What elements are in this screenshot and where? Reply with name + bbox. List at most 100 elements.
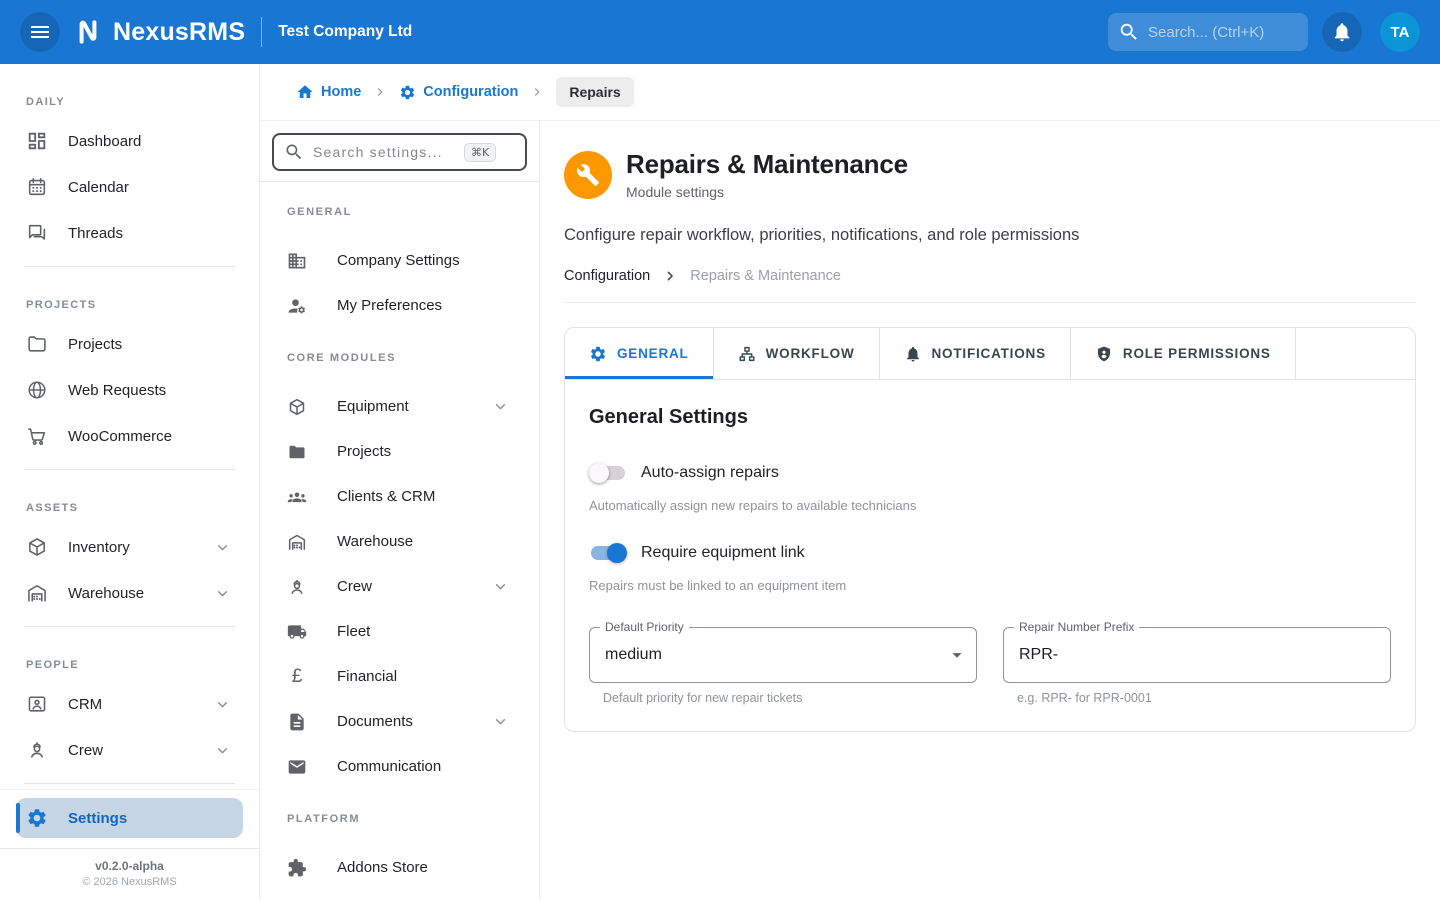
nav-item-label: Clients & CRM xyxy=(337,488,435,505)
tab-notifications[interactable]: NOTIFICATIONS xyxy=(880,328,1071,379)
sidebar-item-label: Projects xyxy=(68,336,122,353)
repair-number-prefix-input[interactable] xyxy=(1019,628,1378,682)
settings-nav-item-documents[interactable]: Documents xyxy=(260,699,539,744)
switch-knob xyxy=(589,463,609,483)
app-version: v0.2.0-alpha xyxy=(0,859,259,873)
chevron-down-icon[interactable] xyxy=(214,742,231,759)
sidebar-item-dashboard[interactable]: Dashboard xyxy=(0,118,259,164)
nav-item-label: Equipment xyxy=(337,398,409,415)
settings-nav-item-company-settings[interactable]: Company Settings xyxy=(260,238,539,283)
sidebar-item-label: Settings xyxy=(68,810,127,827)
warehouse-icon xyxy=(26,582,48,604)
document-icon xyxy=(287,712,307,732)
switch-knob xyxy=(607,543,627,563)
right-column: Home Configuration Repairs ⌘K xyxy=(260,64,1440,900)
chevron-down-icon[interactable] xyxy=(214,539,231,556)
sidebar-item-threads[interactable]: Threads xyxy=(0,210,259,256)
toggle-row-require-equipment: Require equipment link xyxy=(589,543,1391,563)
settings-nav-item-equipment[interactable]: Equipment xyxy=(260,384,539,429)
sidebar-section-people: PEOPLE xyxy=(0,637,259,681)
global-search[interactable] xyxy=(1108,13,1308,51)
toggle-auto-assign-repairs[interactable] xyxy=(589,463,627,483)
sidebar-item-crm[interactable]: CRM xyxy=(0,681,259,727)
sidebar-item-projects[interactable]: Projects xyxy=(0,321,259,367)
toggle-helper: Repairs must be linked to an equipment i… xyxy=(589,578,1391,593)
nav-item-label: Fleet xyxy=(337,623,370,640)
settings-nav-item-clients-crm[interactable]: Clients & CRM xyxy=(260,474,539,519)
default-priority-select[interactable]: Default Priority medium xyxy=(589,627,977,683)
settings-search[interactable]: ⌘K xyxy=(272,133,527,171)
toggle-row-auto-assign: Auto-assign repairs xyxy=(589,463,1391,483)
chevron-down-icon[interactable] xyxy=(492,713,509,730)
sidebar-item-crew[interactable]: Crew xyxy=(0,727,259,773)
chevron-down-icon[interactable] xyxy=(492,578,509,595)
settings-search-input[interactable] xyxy=(313,144,455,160)
sidebar-scroll[interactable]: DAILY Dashboard Calendar Threads PROJECT… xyxy=(0,64,259,900)
tab-workflow[interactable]: WORKFLOW xyxy=(714,328,880,379)
field-label: Default Priority xyxy=(600,621,689,634)
nav-item-label: Projects xyxy=(337,443,391,460)
sidebar-item-label: WooCommerce xyxy=(68,428,172,445)
repair-number-prefix-field[interactable]: Repair Number Prefix xyxy=(1003,627,1391,683)
sidebar-item-inventory[interactable]: Inventory xyxy=(0,524,259,570)
keyboard-shortcut-badge: ⌘K xyxy=(464,143,496,162)
sidebar-item-label: Web Requests xyxy=(68,382,166,399)
global-search-input[interactable] xyxy=(1148,24,1298,41)
tab-label: NOTIFICATIONS xyxy=(932,346,1046,361)
settings-nav-item-projects[interactable]: Projects xyxy=(260,429,539,474)
chevron-down-icon[interactable] xyxy=(214,696,231,713)
field-repair-prefix-wrap: Repair Number Prefix e.g. RPR- for RPR-0… xyxy=(1003,627,1391,705)
settings-nav-item-crew[interactable]: Crew xyxy=(260,564,539,609)
sidebar-item-label: Inventory xyxy=(68,539,130,556)
tab-label: ROLE PERMISSIONS xyxy=(1123,346,1271,361)
chevron-down-icon[interactable] xyxy=(492,398,509,415)
sidebar-item-woocommerce[interactable]: WooCommerce xyxy=(0,413,259,459)
search-icon xyxy=(284,142,304,162)
chevron-down-icon[interactable] xyxy=(214,585,231,602)
content-row: ⌘K GENERAL Company Settings My Preferenc… xyxy=(260,121,1440,900)
sidebar-footer: Settings v0.2.0-alpha © 2026 NexusRMS xyxy=(0,790,259,900)
tab-role-permissions[interactable]: ROLE PERMISSIONS xyxy=(1071,328,1296,379)
section-heading: General Settings xyxy=(589,406,1391,429)
notifications-button[interactable] xyxy=(1322,12,1362,52)
sidebar-item-web-requests[interactable]: Web Requests xyxy=(0,367,259,413)
sidebar-item-label: CRM xyxy=(68,696,102,713)
settings-nav-item-addons-store[interactable]: Addons Store xyxy=(260,845,539,890)
settings-nav-section-core-modules: CORE MODULES xyxy=(260,328,539,374)
sidebar-item-calendar[interactable]: Calendar xyxy=(0,164,259,210)
cart-icon xyxy=(26,425,48,447)
sidebar-item-warehouse[interactable]: Warehouse xyxy=(0,570,259,616)
module-description: Configure repair workflow, priorities, n… xyxy=(564,226,1416,245)
tab-general[interactable]: GENERAL xyxy=(565,328,714,379)
gear-icon xyxy=(399,84,416,101)
nav-item-label: My Preferences xyxy=(337,297,442,314)
settings-nav-item-financial[interactable]: £ Financial xyxy=(260,654,539,699)
field-value: medium xyxy=(605,646,662,664)
company-name: Test Company Ltd xyxy=(278,23,412,41)
avatar[interactable]: TA xyxy=(1380,12,1420,52)
search-icon xyxy=(1118,21,1140,43)
menu-button[interactable] xyxy=(20,12,60,52)
settings-nav-item-warehouse[interactable]: Warehouse xyxy=(260,519,539,564)
brand[interactable]: NexusRMS xyxy=(72,16,245,48)
module-icon xyxy=(564,151,612,199)
breadcrumb-configuration[interactable]: Configuration xyxy=(399,84,518,101)
tab-label: GENERAL xyxy=(617,346,689,361)
toggle-require-equipment-link[interactable] xyxy=(589,543,627,563)
engineer-icon xyxy=(26,739,48,761)
pound-icon: £ xyxy=(287,666,307,688)
chevron-right-icon xyxy=(662,268,678,284)
nav-items: Company Settings My Preferences xyxy=(260,228,539,328)
app-root: NexusRMS Test Company Ltd TA DAILY Dashb… xyxy=(0,0,1440,900)
settings-nav-item-my-preferences[interactable]: My Preferences xyxy=(260,283,539,328)
settings-nav-item-communication[interactable]: Communication xyxy=(260,744,539,789)
dropdown-caret-icon[interactable] xyxy=(946,644,968,666)
nav-item-label: Documents xyxy=(337,713,413,730)
field-helper: Default priority for new repair tickets xyxy=(589,691,977,705)
sub-breadcrumb-parent[interactable]: Configuration xyxy=(564,268,650,284)
settings-nav-item-fleet[interactable]: Fleet xyxy=(260,609,539,654)
sidebar-item-settings[interactable]: Settings xyxy=(16,798,243,838)
chevron-right-icon xyxy=(373,85,387,99)
footer-divider xyxy=(0,848,259,849)
breadcrumb-home[interactable]: Home xyxy=(296,83,361,101)
